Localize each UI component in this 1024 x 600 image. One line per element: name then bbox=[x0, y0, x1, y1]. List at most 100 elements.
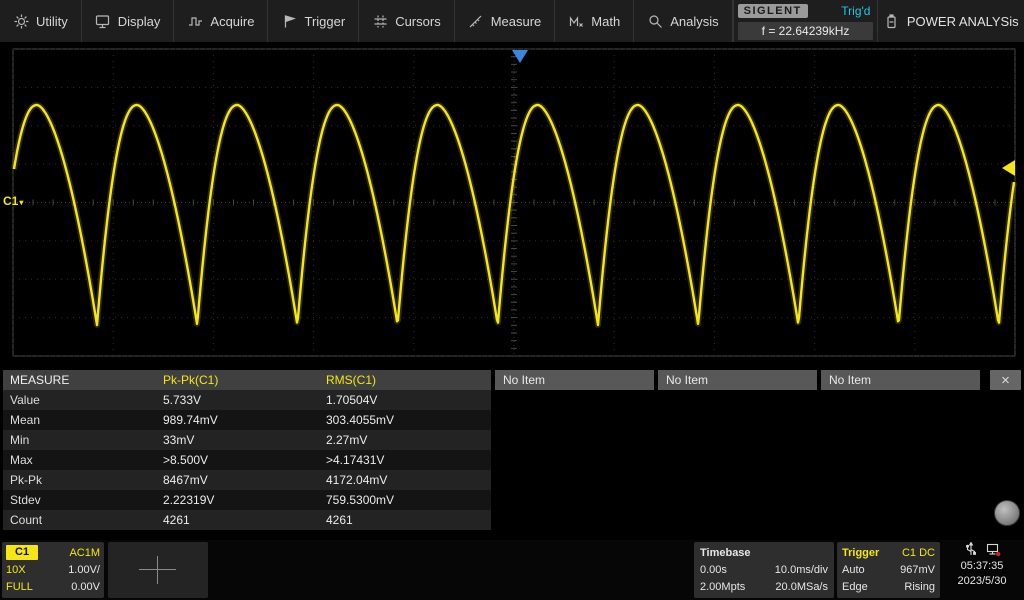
network-status-dot bbox=[995, 551, 1000, 557]
menu-display[interactable]: Display bbox=[82, 0, 175, 42]
channel1-waveform bbox=[12, 103, 1016, 327]
trigger-level: 967mV bbox=[900, 563, 935, 576]
measure-close-button[interactable]: × bbox=[990, 370, 1021, 390]
rms-value: 4172.04mV bbox=[326, 473, 388, 487]
timebase-scale: 10.0ms/div bbox=[774, 563, 828, 576]
trigger-source: C1 bbox=[901, 546, 917, 559]
graticule-grid bbox=[12, 48, 1016, 357]
measure-ruler-icon bbox=[468, 13, 484, 29]
rms-value: 759.5300mV bbox=[326, 493, 395, 507]
channel1-status-box[interactable]: C1 AC1M 10X 1.00V/ FULL 0.00V bbox=[2, 542, 104, 598]
table-row: Min 33mV 2.27mV bbox=[3, 430, 491, 450]
brand-block: SIGLENT Trig'd f = 22.64239kHz bbox=[732, 0, 878, 42]
trigger-flag-icon bbox=[281, 13, 297, 29]
timebase-memory: 2.00Mpts bbox=[700, 580, 746, 593]
network-icon bbox=[986, 542, 1001, 560]
channel1-offset: 0.00V bbox=[71, 580, 100, 593]
table-row: Max >8.500V >4.17431V bbox=[3, 450, 491, 470]
cursor-position-box[interactable] bbox=[108, 542, 208, 598]
timebase-title: Timebase bbox=[700, 546, 751, 559]
usb-icon bbox=[964, 541, 978, 560]
measure-col-rms[interactable]: RMS(C1) bbox=[326, 373, 489, 387]
menu-acquire[interactable]: Acquire bbox=[174, 0, 269, 42]
table-row: Mean 989.74mV 303.4055mV bbox=[3, 410, 491, 430]
cursors-icon bbox=[372, 13, 388, 29]
menu-math-label: Math bbox=[591, 13, 621, 29]
frequency-counter: f = 22.64239kHz bbox=[737, 21, 874, 40]
channel1-volts-div: 1.00V/ bbox=[68, 563, 100, 576]
measure-table: Value 5.733V 1.70504V Mean 989.74mV 303.… bbox=[3, 390, 491, 530]
trigger-status-text: Trig'd bbox=[841, 4, 871, 18]
menu-analysis-label: Analysis bbox=[670, 13, 719, 29]
pkpk-value: 8467mV bbox=[163, 473, 208, 487]
menu-display-label: Display bbox=[117, 13, 161, 29]
pkpk-value: 5.733V bbox=[163, 393, 202, 407]
measure-col-noitem-3[interactable]: No Item bbox=[821, 370, 980, 390]
menu-math[interactable]: Math bbox=[555, 0, 635, 42]
menu-cursors-label: Cursors bbox=[395, 13, 441, 29]
crosshair-icon bbox=[139, 569, 176, 570]
measure-header: MEASURE Pk-Pk(C1) RMS(C1) No Item No Ite… bbox=[3, 370, 980, 390]
menu-trigger[interactable]: Trigger bbox=[268, 0, 360, 42]
menu-acquire-label: Acquire bbox=[210, 13, 255, 29]
siglent-logo: SIGLENT bbox=[737, 4, 808, 18]
power-analysis-icon bbox=[884, 13, 900, 29]
trigger-type: Edge bbox=[842, 580, 868, 593]
measure-col-pkpk[interactable]: Pk-Pk(C1) bbox=[163, 373, 326, 387]
trigger-slope: Rising bbox=[904, 580, 935, 593]
rms-value: 1.70504V bbox=[326, 393, 378, 407]
menu-measure[interactable]: Measure bbox=[455, 0, 556, 42]
bottom-status-bar: C1 AC1M 10X 1.00V/ FULL 0.00V Timebase 0… bbox=[0, 540, 1024, 600]
menu-cursors[interactable]: Cursors bbox=[359, 0, 455, 42]
measure-panel: MEASURE Pk-Pk(C1) RMS(C1) No Item No Ite… bbox=[0, 370, 1024, 532]
measure-col-noitem-2[interactable]: No Item bbox=[658, 370, 817, 390]
channel1-waveform-glow bbox=[11, 102, 1017, 328]
analysis-magnifier-icon bbox=[647, 13, 663, 29]
nav-knob-indicator[interactable] bbox=[994, 500, 1020, 526]
rms-value: 303.4055mV bbox=[326, 413, 395, 427]
trigger-coupling: DC bbox=[919, 546, 935, 559]
row-label: Max bbox=[10, 453, 33, 467]
crosshair-icon bbox=[157, 556, 158, 584]
channel1-bandwidth: FULL bbox=[6, 580, 33, 593]
pkpk-value: 4261 bbox=[163, 513, 190, 527]
menu-utility[interactable]: Utility bbox=[0, 0, 82, 42]
menu-measure-label: Measure bbox=[490, 13, 542, 29]
pkpk-value: 989.74mV bbox=[163, 413, 218, 427]
trigger-title: Trigger bbox=[842, 546, 880, 559]
table-row: Value 5.733V 1.70504V bbox=[3, 390, 491, 410]
timebase-status-box[interactable]: Timebase 0.00s 10.0ms/div 2.00Mpts 20.0M… bbox=[694, 542, 834, 598]
trigger-mode: Auto bbox=[842, 563, 865, 576]
trigger-status-box[interactable]: Trigger C1 DC Auto 967mV Edge Rising bbox=[837, 542, 940, 598]
row-label: Pk-Pk bbox=[10, 473, 43, 487]
pkpk-value: 2.22319V bbox=[163, 493, 215, 507]
channel1-badge[interactable]: C1 bbox=[6, 545, 39, 560]
menu-utility-label: Utility bbox=[36, 13, 68, 29]
channel1-probe: 10X bbox=[6, 563, 26, 576]
acquire-icon bbox=[187, 13, 203, 29]
waveform-display-area[interactable]: C1 ▾ bbox=[0, 42, 1024, 364]
oscilloscope-screen: Utility Display Acquire Trigger Cursors bbox=[0, 0, 1024, 600]
measure-col-noitem-1[interactable]: No Item bbox=[495, 370, 654, 390]
pkpk-value: 33mV bbox=[163, 433, 195, 447]
pkpk-value: >8.500V bbox=[163, 453, 209, 467]
row-label: Count bbox=[10, 513, 43, 527]
row-label: Min bbox=[10, 433, 30, 447]
table-row: Pk-Pk 8467mV 4172.04mV bbox=[3, 470, 491, 490]
channel1-offset-label[interactable]: C1 ▾ bbox=[3, 194, 23, 208]
power-analysis-label: POWER ANALYSis bbox=[906, 13, 1019, 29]
timebase-samplerate: 20.0MSa/s bbox=[775, 580, 828, 593]
trigger-level-marker[interactable] bbox=[1002, 160, 1015, 176]
table-row: Stdev 2.22319V 759.5300mV bbox=[3, 490, 491, 510]
menu-power-analysis[interactable]: POWER ANALYSis bbox=[877, 0, 1024, 42]
rms-value: >4.17431V bbox=[326, 453, 385, 467]
measure-title: MEASURE bbox=[10, 373, 70, 387]
menu-analysis[interactable]: Analysis bbox=[634, 0, 733, 42]
menu-trigger-label: Trigger bbox=[304, 13, 346, 29]
rms-value: 4261 bbox=[326, 513, 353, 527]
display-icon bbox=[95, 13, 111, 29]
timebase-delay: 0.00s bbox=[700, 563, 727, 576]
math-icon bbox=[568, 13, 584, 29]
row-label: Value bbox=[10, 393, 40, 407]
row-label: Mean bbox=[10, 413, 41, 427]
